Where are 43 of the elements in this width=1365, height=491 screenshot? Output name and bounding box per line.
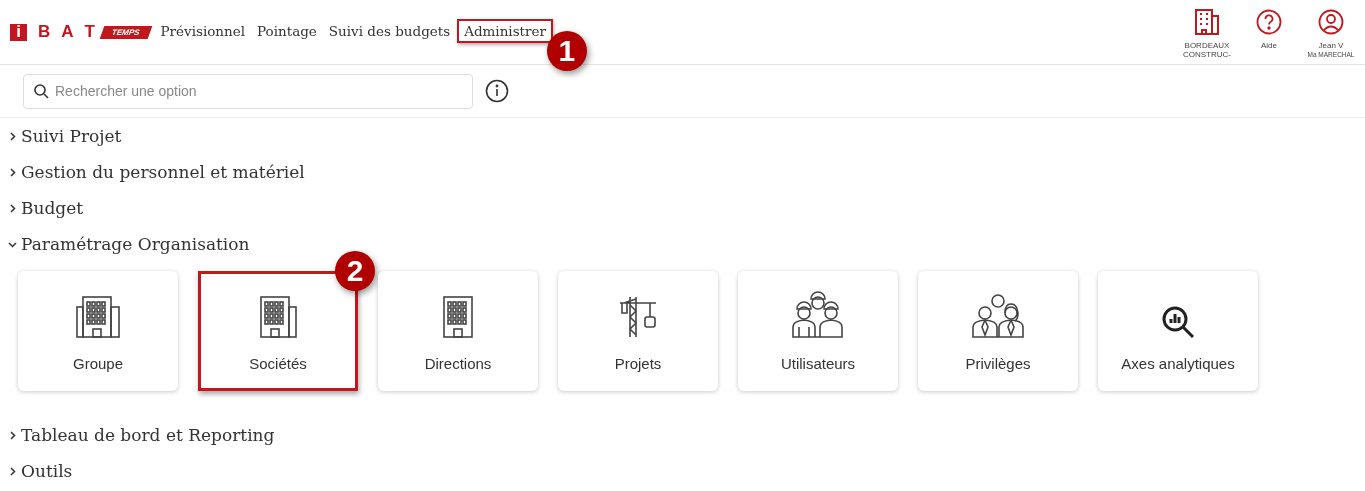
chevron-icon bbox=[8, 167, 17, 177]
nav-link[interactable]: Pointage bbox=[252, 19, 324, 43]
nav-link[interactable]: Administrer bbox=[457, 19, 553, 43]
building-icon bbox=[1195, 9, 1219, 35]
chevron-icon bbox=[8, 203, 17, 213]
option-tile[interactable]: Directions bbox=[378, 271, 538, 391]
search-field[interactable]: Rechercher une option bbox=[23, 73, 473, 109]
callout-badge: 1 bbox=[546, 31, 587, 71]
logo-tag: TEMPS bbox=[99, 25, 152, 39]
section-header[interactable]: Budget bbox=[8, 190, 84, 226]
chevron-icon bbox=[8, 430, 17, 440]
chevron-icon bbox=[8, 131, 17, 141]
crane-icon bbox=[618, 294, 658, 339]
chevron-icon bbox=[8, 239, 17, 249]
option-tile[interactable]: Axes analytiques bbox=[1098, 271, 1258, 391]
nav-link[interactable]: Prévisionnel bbox=[155, 19, 253, 43]
help-icon bbox=[1256, 9, 1282, 35]
chevron-icon bbox=[8, 466, 17, 476]
company-menu[interactable]: BORDEAUX CONSTRUC- bbox=[1183, 9, 1231, 59]
info-icon[interactable] bbox=[485, 79, 509, 103]
option-tile[interactable]: Groupe bbox=[18, 271, 178, 391]
section-header[interactable]: Tableau de bord et Reporting bbox=[8, 417, 275, 453]
user-icon bbox=[1318, 9, 1344, 35]
section-header[interactable]: Outils bbox=[8, 453, 73, 489]
option-tile[interactable]: Utilisateurs bbox=[738, 271, 898, 391]
search-icon bbox=[34, 83, 49, 99]
help-menu[interactable]: Aide bbox=[1245, 9, 1293, 59]
logo-letter: i bbox=[10, 23, 27, 41]
section-header[interactable]: Suivi Projet bbox=[8, 118, 122, 154]
building-icon bbox=[441, 294, 475, 339]
analytics-search-icon bbox=[1161, 304, 1195, 339]
logo-letter: A bbox=[61, 22, 74, 42]
option-tile[interactable]: Projets bbox=[558, 271, 718, 391]
workers-icon bbox=[791, 290, 845, 339]
buildings-icon bbox=[74, 294, 122, 339]
building-icon bbox=[258, 294, 298, 339]
section-header[interactable]: Gestion du personnel et matériel bbox=[8, 154, 305, 190]
logo-letter: B bbox=[38, 22, 51, 42]
callout-badge: 2 bbox=[335, 251, 375, 291]
nav-link[interactable]: Suivi des budgets bbox=[323, 19, 458, 43]
logo-letter: T bbox=[84, 22, 95, 42]
option-tile[interactable]: Privilèges bbox=[918, 271, 1078, 391]
section-header[interactable]: Paramétrage Organisation bbox=[8, 226, 250, 262]
